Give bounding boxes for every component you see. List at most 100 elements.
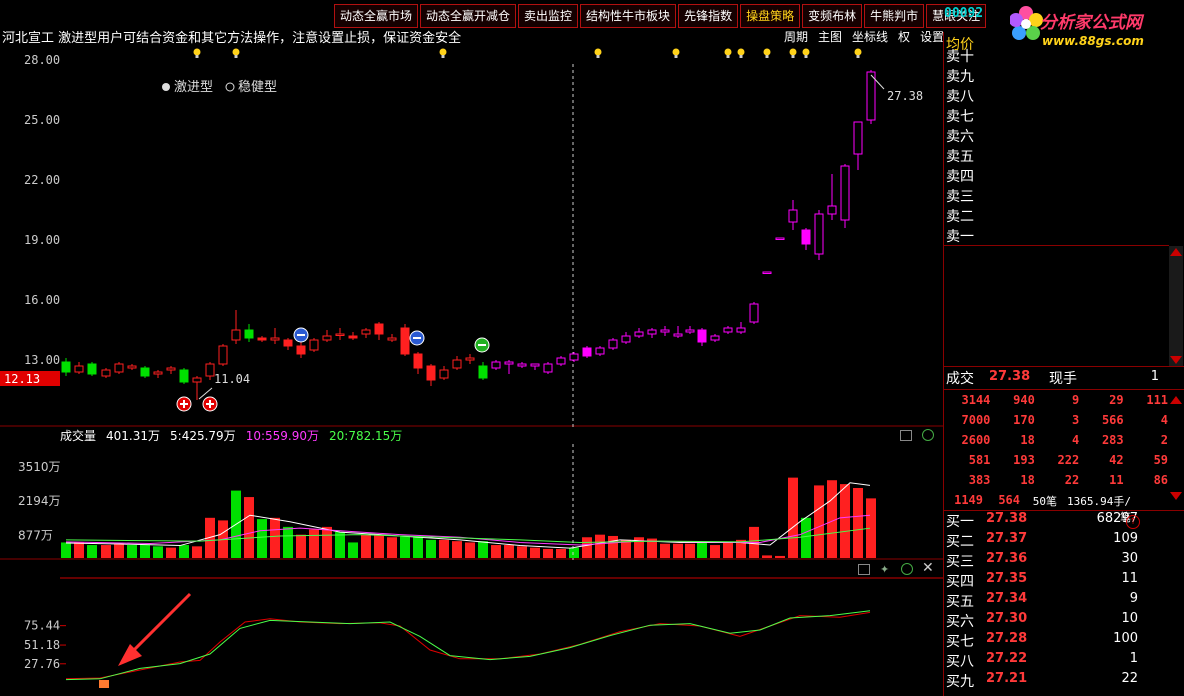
buy-label: 买八 — [946, 654, 974, 670]
tick-cell: 581 — [968, 453, 991, 467]
flag-marker-icon — [99, 680, 109, 688]
volume-bar — [556, 548, 566, 558]
volume-bar — [87, 545, 97, 558]
scroll-up-icon[interactable] — [1170, 248, 1182, 256]
price-chart: 28.00 25.00 22.00 19.00 16.00 13.00 12.13 激进型 稳健… — [0, 44, 943, 427]
tick-cell: 22 — [1064, 473, 1080, 487]
indicator-bg — [0, 576, 943, 696]
sell-level: 卖二 — [946, 209, 974, 225]
candle-body — [749, 303, 759, 323]
candle-body — [101, 369, 111, 377]
toolbar-button[interactable]: 先锋指数 — [678, 4, 739, 28]
volume-bar — [439, 539, 449, 558]
buy-label: 买六 — [946, 614, 974, 630]
candle-body — [400, 327, 410, 355]
candle-body — [231, 329, 241, 341]
order-book-scrollbar[interactable] — [1169, 246, 1183, 366]
tick-cell: 11 — [1109, 473, 1124, 487]
chart-menu-item[interactable]: 权 — [898, 28, 910, 45]
candle-body — [697, 329, 707, 343]
buy-volume: 22 — [1121, 671, 1138, 686]
current-price-label: 12.13 — [4, 372, 40, 386]
chart-menu-item[interactable]: 坐标线 — [852, 28, 888, 45]
sell-level: 卖八 — [946, 89, 974, 105]
candle-body — [374, 323, 384, 335]
scroll-right-down-icon[interactable] — [1170, 492, 1182, 500]
volume-bar — [788, 477, 798, 558]
buy-label: 买七 — [946, 634, 974, 650]
volume-bar — [478, 541, 488, 558]
volume-bar — [491, 545, 501, 558]
volume-zoom-icon[interactable] — [922, 429, 934, 441]
buy-volume: 30 — [1121, 551, 1138, 566]
buy-price: 27.28 — [986, 631, 1028, 646]
candle-body — [361, 329, 371, 335]
volume-bar — [504, 545, 514, 558]
volume-settings-icon[interactable] — [900, 430, 912, 441]
sell-level: 卖四 — [946, 169, 974, 185]
buy-level: 买八 27.22 1 — [946, 651, 1142, 671]
signal-bulb-base — [234, 55, 238, 58]
signal-bulb-base — [791, 55, 795, 58]
buy-label: 买五 — [946, 594, 974, 610]
scroll-down-icon[interactable] — [1170, 356, 1182, 364]
buy-volume: 11 — [1121, 571, 1138, 586]
volume-bar — [685, 543, 695, 558]
candle-body — [413, 353, 423, 369]
chart-menu-item[interactable]: 周期 — [784, 28, 808, 45]
toolbar-button[interactable]: 操盘策略 — [740, 4, 801, 28]
sell-level: 卖六 — [946, 129, 974, 145]
indicator-zoom-icon[interactable] — [901, 563, 913, 575]
volume-title: 成交量 — [60, 429, 97, 443]
buy-level: 买四 27.35 11 — [946, 571, 1142, 591]
toolbar-button[interactable]: 动态全赢市场 — [334, 4, 419, 28]
buy-volume: 100 — [1113, 631, 1138, 646]
scroll-right-up-icon[interactable] — [1170, 396, 1182, 404]
candle-body — [387, 337, 397, 341]
trade-row: 成交 27.38 现手 1 — [946, 368, 1168, 388]
signal-bulb-icon — [724, 48, 732, 56]
signal-bulb-base — [856, 55, 860, 58]
toolbar-button[interactable]: 动态全赢开减仓 — [420, 4, 517, 28]
y-tick-label: 22.00 — [24, 173, 60, 187]
volume-bar — [543, 548, 553, 558]
buy-price: 27.30 — [986, 611, 1028, 626]
volume-bar — [387, 537, 397, 558]
chart-menu-item[interactable]: 主图 — [818, 28, 842, 45]
indicator-pin-icon[interactable]: ✦ — [880, 563, 889, 576]
toolbar-button[interactable]: 结构性牛市板块 — [580, 4, 677, 28]
volume-bar — [840, 484, 850, 558]
volume-bar — [270, 517, 280, 558]
candle-body — [205, 363, 215, 377]
tick-row: 383 18 22 11 86 — [946, 473, 1168, 487]
volume-bar — [140, 545, 150, 558]
chart-menu-item[interactable]: 设置 — [920, 28, 944, 45]
indicator-y-tick: 51.18 — [24, 638, 60, 652]
indicator-close-icon[interactable]: ✕ — [922, 560, 934, 576]
candle-body — [801, 229, 811, 245]
y-tick-label: 16.00 — [24, 293, 60, 307]
volume-bar — [283, 526, 293, 558]
sell-level: 卖七 — [946, 109, 974, 125]
volume-bar — [101, 545, 111, 558]
volume-bar — [296, 534, 306, 558]
tick-cell: 111 — [1146, 393, 1169, 407]
toolbar-button[interactable]: 牛熊判市 — [864, 4, 925, 28]
volume-bar — [179, 545, 189, 558]
buy-price: 27.34 — [986, 591, 1028, 606]
toolbar-button[interactable]: 变频布林 — [802, 4, 863, 28]
toolbar-button[interactable]: 卖出监控 — [518, 4, 579, 28]
volume-bar — [166, 547, 176, 558]
high-price-label: 27.38 — [887, 89, 923, 103]
chart-menu: 周期 主图 坐标线权设置 — [784, 28, 944, 45]
legend-aggressive: 激进型 — [174, 80, 213, 95]
tick-cell: 59 — [1153, 453, 1169, 467]
tick-cell: 383 — [968, 473, 991, 487]
buy-scroll-icon[interactable]: ↑ — [1126, 515, 1140, 529]
legend-dot-aggressive — [162, 83, 170, 91]
candle-body — [827, 205, 837, 215]
indicator-settings-icon[interactable] — [858, 564, 870, 575]
candle-body — [530, 363, 540, 367]
buy-price: 27.37 — [986, 531, 1028, 546]
volume-bar — [348, 542, 358, 558]
